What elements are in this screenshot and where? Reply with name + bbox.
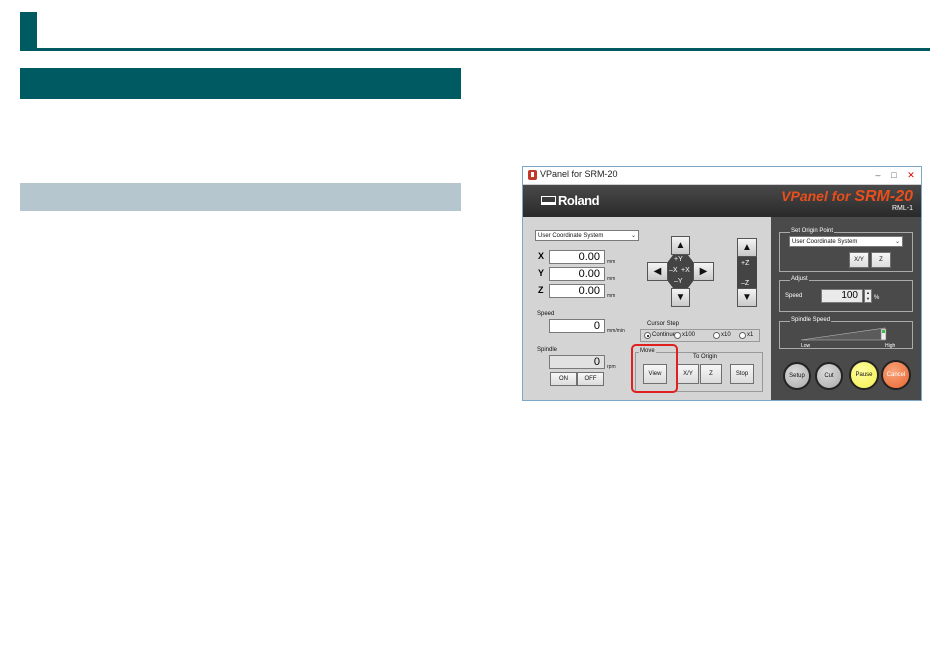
spindle-on-button[interactable]: ON xyxy=(550,372,577,386)
cut-button[interactable]: Cut xyxy=(815,362,843,390)
minus-z-label: –Z xyxy=(741,280,750,287)
title-bar: VPanel for SRM-20 – □ ✕ xyxy=(523,167,921,185)
adjust-speed-spinner[interactable]: ▲ ▼ xyxy=(864,289,872,303)
move-origin-z-button[interactable]: Z xyxy=(700,364,722,384)
spindle-high-label: High xyxy=(885,343,896,349)
roland-logo-icon xyxy=(541,196,556,205)
maximize-button[interactable]: □ xyxy=(887,168,901,182)
move-stop-button[interactable]: Stop xyxy=(730,364,754,384)
app-icon xyxy=(528,170,537,180)
y-unit: mm xyxy=(607,276,616,282)
speed-display: 0 xyxy=(549,319,605,333)
chapter-header-rule xyxy=(20,48,930,51)
cursor-step-x10-label: x10 xyxy=(721,332,731,338)
cancel-button[interactable]: Cancel xyxy=(881,360,911,390)
jog-minus-x-button[interactable]: ◀ xyxy=(647,262,668,281)
y-coordinate-display: 0.00 xyxy=(549,267,605,281)
chapter-header-block xyxy=(20,12,37,50)
plus-z-label: +Z xyxy=(741,260,750,267)
app-banner: Roland VPanel for SRM-20 RML-1 xyxy=(523,185,921,217)
jog-minus-y-button[interactable]: ▼ xyxy=(671,288,690,307)
cursor-step-x100-label: x100 xyxy=(682,332,696,338)
coordinate-system-value: User Coordinate System xyxy=(538,233,604,239)
jog-plus-y-button[interactable]: ▲ xyxy=(671,236,690,255)
spindle-display: 0 xyxy=(549,355,605,369)
x-coordinate-display: 0.00 xyxy=(549,250,605,264)
plus-y-label: +Y xyxy=(674,256,683,263)
minimize-button[interactable]: – xyxy=(871,168,885,182)
minus-y-label: –Y xyxy=(674,278,683,285)
chevron-down-icon: ⌄ xyxy=(630,233,636,239)
x-unit: mm xyxy=(607,259,616,265)
adjust-speed-input[interactable]: 100 xyxy=(821,289,863,303)
cursor-step-x1-label: x1 xyxy=(747,332,754,338)
x-axis-label: X xyxy=(538,251,545,261)
origin-coordinate-select[interactable]: User Coordinate System ⌄ xyxy=(789,236,903,247)
z-unit: mm xyxy=(607,293,616,299)
cursor-step-continue-label: Continue xyxy=(652,332,677,338)
to-origin-label: To Origin xyxy=(693,354,718,360)
product-prefix: VPanel for xyxy=(781,188,855,204)
model-code: RML-1 xyxy=(891,205,913,212)
plus-x-label: +X xyxy=(681,267,690,274)
setup-button[interactable]: Setup xyxy=(783,362,811,390)
window-title: VPanel for SRM-20 xyxy=(540,169,618,179)
move-origin-xy-button[interactable]: X/Y xyxy=(677,364,699,384)
subsection-heading-bar xyxy=(20,183,461,211)
cursor-step-x100-radio[interactable] xyxy=(674,332,681,339)
cursor-step-x10-radio[interactable] xyxy=(713,332,720,339)
y-axis-label: Y xyxy=(538,268,545,278)
vpanel-window: VPanel for SRM-20 – □ ✕ Roland VPanel fo… xyxy=(522,166,922,401)
set-origin-z-button[interactable]: Z xyxy=(871,252,891,268)
product-model: SRM-20 xyxy=(854,188,913,205)
spindle-speed-label: Spindle Speed xyxy=(790,317,832,323)
jog-minus-z-button[interactable]: ▼ xyxy=(737,288,757,307)
adjust-speed-unit: % xyxy=(874,295,880,301)
speed-unit: mm/min xyxy=(607,328,625,334)
product-title: VPanel for SRM-20 xyxy=(781,188,913,206)
adjust-label: Adjust xyxy=(790,276,809,282)
section-heading-bar xyxy=(20,68,461,99)
minus-x-label: –X xyxy=(669,267,678,274)
cursor-step-continue-radio[interactable] xyxy=(644,332,651,339)
z-coordinate-display: 0.00 xyxy=(549,284,605,298)
set-origin-xy-button[interactable]: X/Y xyxy=(849,252,869,268)
pause-button[interactable]: Pause xyxy=(849,360,879,390)
right-panel: Set Origin Point User Coordinate System … xyxy=(771,217,921,400)
origin-coordinate-value: User Coordinate System xyxy=(792,239,858,245)
spindle-off-button[interactable]: OFF xyxy=(577,372,604,386)
spindle-speed-slider[interactable] xyxy=(801,325,893,341)
view-button-highlight xyxy=(631,344,678,393)
cursor-step-x1-radio[interactable] xyxy=(739,332,746,339)
adjust-speed-label: Speed xyxy=(785,293,803,299)
spindle-label: Spindle xyxy=(537,347,558,353)
spindle-low-label: Low xyxy=(801,343,811,349)
jog-plus-z-button[interactable]: ▲ xyxy=(737,238,757,257)
cursor-step-label: Cursor Step xyxy=(647,321,680,327)
cursor-step-group: Continue x100 x10 x1 xyxy=(640,329,760,342)
set-origin-label: Set Origin Point xyxy=(790,228,835,234)
chevron-down-icon: ⌄ xyxy=(894,239,900,245)
close-button[interactable]: ✕ xyxy=(904,168,918,182)
brand-logo-text: Roland xyxy=(558,193,600,208)
z-axis-label: Z xyxy=(538,285,544,295)
slider-indicator-icon xyxy=(882,330,885,333)
coordinate-system-select[interactable]: User Coordinate System ⌄ xyxy=(535,230,639,241)
spindle-unit: rpm xyxy=(607,364,616,370)
speed-label: Speed xyxy=(537,311,555,317)
jog-plus-x-button[interactable]: ▶ xyxy=(693,262,714,281)
